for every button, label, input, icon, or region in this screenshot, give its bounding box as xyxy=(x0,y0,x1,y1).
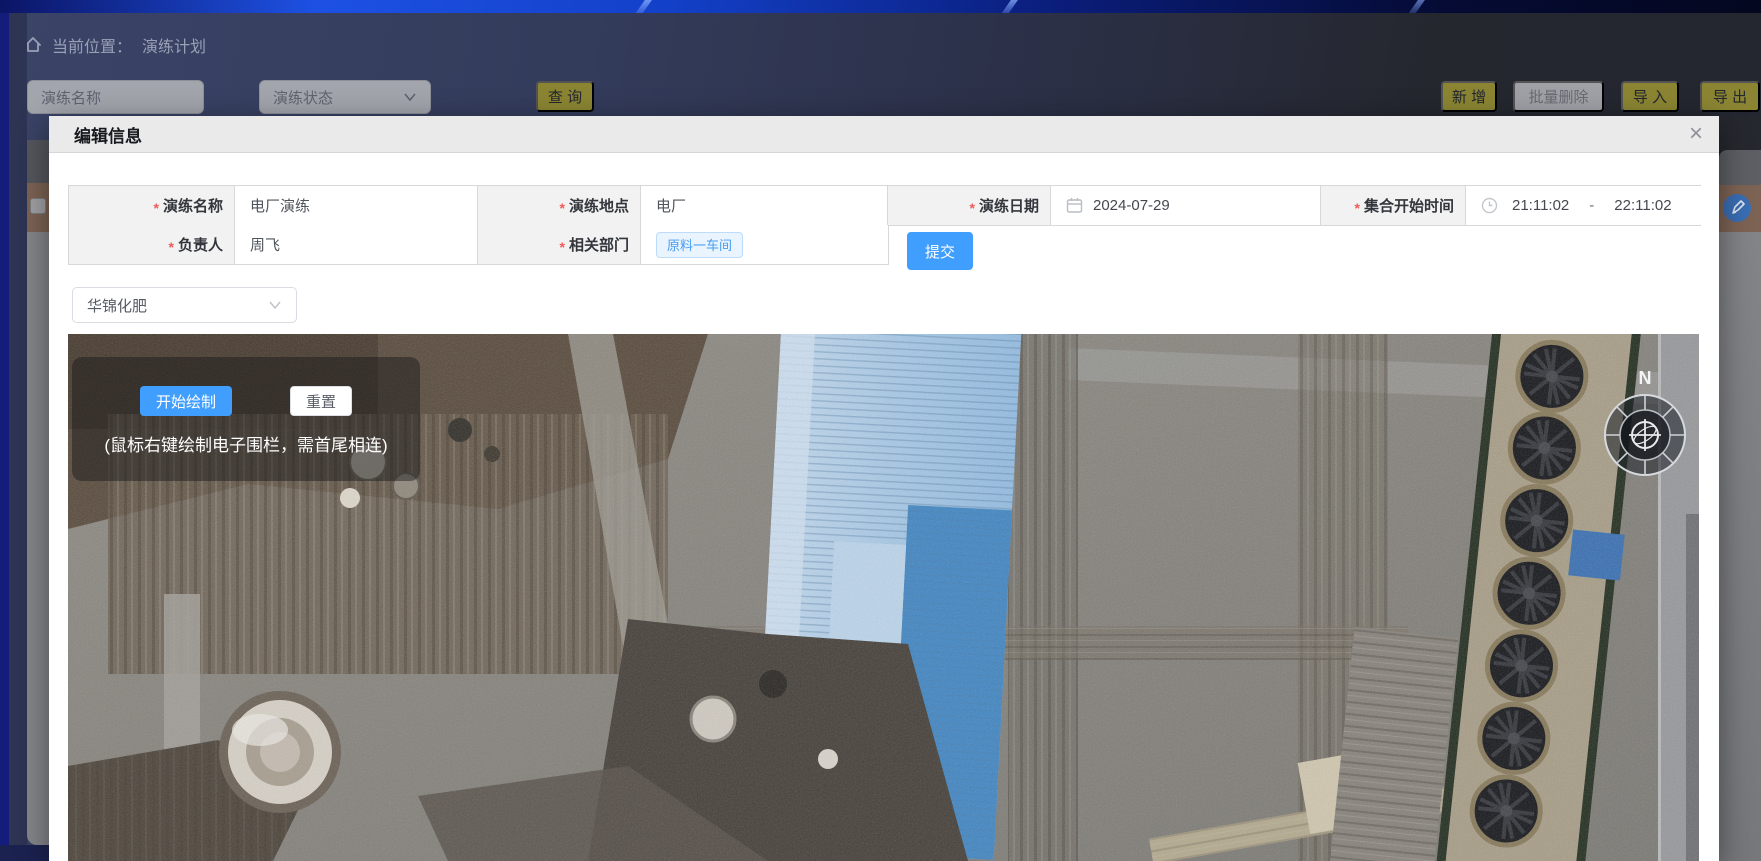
location-cell xyxy=(641,186,888,225)
compass[interactable]: N xyxy=(1595,357,1695,489)
location-input[interactable] xyxy=(656,197,872,214)
plant-select-value: 华锦化肥 xyxy=(87,295,147,316)
department-cell[interactable]: 原料一车间 xyxy=(641,225,888,264)
dialog-header: 编辑信息 × xyxy=(49,116,1719,153)
app-window: 当前位置： 演练计划 演练名称 演练状态 查 询 新 增 批量删除 导 入 导 … xyxy=(0,0,1761,861)
table-header-sliver-right xyxy=(1719,150,1761,185)
close-icon: × xyxy=(1689,120,1703,147)
clock-icon xyxy=(1481,197,1498,214)
required-mark: * xyxy=(560,239,565,255)
dialog-title: 编辑信息 xyxy=(74,122,142,147)
start-draw-button[interactable]: 开始绘制 xyxy=(140,386,232,416)
date-label: * 演练日期 xyxy=(888,186,1051,225)
batch-delete-button[interactable]: 批量删除 xyxy=(1513,81,1604,112)
drill-status-select[interactable]: 演练状态 xyxy=(259,80,431,114)
chevron-down-icon xyxy=(268,300,282,310)
drill-name-label: * 演练名称 xyxy=(69,186,235,225)
plant-aerial-map[interactable]: 开始绘制 重置 (鼠标右键绘制电子围栏，需首尾相连) N xyxy=(68,334,1699,861)
time-separator: - xyxy=(1589,197,1594,214)
banner-streak xyxy=(632,0,654,13)
time-range-label: * 集合开始时间 xyxy=(1321,186,1466,225)
right-gap-sliver xyxy=(1719,116,1761,150)
required-mark: * xyxy=(1355,200,1360,216)
required-mark: * xyxy=(970,200,975,216)
calendar-icon xyxy=(1066,197,1083,214)
top-banner xyxy=(0,0,1761,13)
submit-button[interactable]: 提交 xyxy=(907,232,973,270)
person-input[interactable] xyxy=(250,236,462,253)
breadcrumb: 当前位置： 演练计划 xyxy=(24,32,206,58)
breadcrumb-current: 演练计划 xyxy=(142,33,206,57)
department-label: * 相关部门 xyxy=(478,225,641,264)
drill-name-cell xyxy=(235,186,478,225)
person-cell xyxy=(235,225,478,264)
close-button[interactable]: × xyxy=(1681,119,1711,149)
end-time: 22:11:02 xyxy=(1614,197,1671,214)
date-value: 2024-07-29 xyxy=(1093,197,1170,214)
time-range-field[interactable]: 21:11:02 - 22:11:02 xyxy=(1466,186,1702,225)
plant-select[interactable]: 华锦化肥 xyxy=(72,287,297,323)
compass-n-label: N xyxy=(1639,368,1652,388)
drill-name-filter-input[interactable]: 演练名称 xyxy=(27,80,204,114)
filter-placeholder: 演练名称 xyxy=(41,87,101,108)
banner-streak xyxy=(998,0,1020,13)
search-button[interactable]: 查 询 xyxy=(536,81,594,112)
breadcrumb-prefix: 当前位置： xyxy=(52,33,132,57)
required-mark: * xyxy=(560,200,565,216)
required-mark: * xyxy=(169,239,174,255)
banner-streak xyxy=(1405,0,1427,13)
table-body-sliver xyxy=(27,232,49,845)
form-row-2: * 负责人 * 相关部门 原料一车间 xyxy=(68,225,889,265)
page-footer-sliver xyxy=(0,845,49,861)
start-time: 21:11:02 xyxy=(1512,197,1569,214)
location-label: * 演练地点 xyxy=(478,186,641,225)
sidebar-strip xyxy=(9,13,27,845)
export-button[interactable]: 导 出 xyxy=(1700,81,1760,112)
drill-name-input[interactable] xyxy=(250,197,462,214)
form-row-1: * 演练名称 * 演练地点 * 演练日期 xyxy=(68,185,1701,226)
person-label: * 负责人 xyxy=(69,225,235,264)
select-placeholder: 演练状态 xyxy=(273,87,333,108)
reset-button[interactable]: 重置 xyxy=(290,386,352,416)
row-checkbox[interactable] xyxy=(30,198,46,214)
edit-pencil-icon xyxy=(1723,194,1751,222)
chevron-down-icon xyxy=(403,92,417,102)
department-tag[interactable]: 原料一车间 xyxy=(656,232,743,258)
draw-hint-text: (鼠标右键绘制电子围栏，需首尾相连) xyxy=(72,431,420,456)
fence-draw-panel: 开始绘制 重置 (鼠标右键绘制电子围栏，需首尾相连) xyxy=(72,357,420,481)
required-mark: * xyxy=(154,200,159,216)
table-body-sliver-right xyxy=(1719,232,1761,861)
edit-info-dialog: 编辑信息 × * 演练名称 * 演练地点 * 演练日期 xyxy=(49,116,1719,861)
import-button[interactable]: 导 入 xyxy=(1621,81,1679,112)
sidebar-edge xyxy=(0,13,9,861)
table-header-sliver xyxy=(27,140,49,183)
date-field[interactable]: 2024-07-29 xyxy=(1051,186,1321,225)
add-button[interactable]: 新 增 xyxy=(1441,81,1497,112)
row-edit-badge[interactable] xyxy=(1723,194,1751,222)
